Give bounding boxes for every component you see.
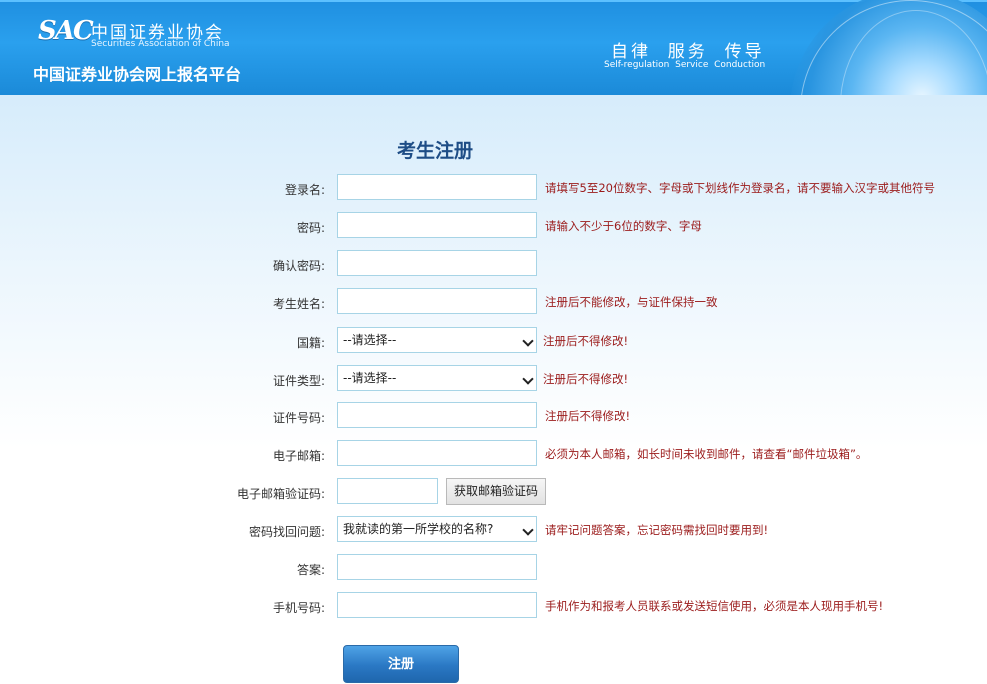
- login-hint: 请填写5至20位数字、字母或下划线作为登录名，请不要输入汉字或其他符号: [545, 181, 935, 195]
- row-email-code: 电子邮箱验证码: 获取邮箱验证码: [0, 478, 987, 506]
- row-answer: 答案:: [0, 554, 987, 582]
- password-label: 密码:: [296, 221, 325, 235]
- id-type-label: 证件类型:: [272, 374, 325, 388]
- row-id-type: 证件类型: --请选择-- 注册后不得修改!: [0, 365, 987, 393]
- row-name: 考生姓名: 注册后不能修改，与证件保持一致: [0, 288, 987, 316]
- row-mobile: 手机号码: 手机作为和报考人员联系或发送短信使用，必须是本人现用手机号!: [0, 592, 987, 620]
- security-question-hint: 请牢记问题答案，忘记密码需找回时要用到!: [545, 523, 769, 537]
- email-code-label: 电子邮箱验证码:: [236, 487, 325, 501]
- security-question-selected: 我就读的第一所学校的名称?: [343, 522, 494, 536]
- register-button[interactable]: 注册: [343, 645, 459, 683]
- row-security-question: 密码找回问题: 我就读的第一所学校的名称? 请牢记问题答案，忘记密码需找回时要用…: [0, 516, 987, 544]
- get-email-code-button[interactable]: 获取邮箱验证码: [446, 478, 546, 505]
- motto-chinese: 自律 服务 传导: [611, 42, 765, 62]
- registration-form: 考生注册 登录名: 请填写5至20位数字、字母或下划线作为登录名，请不要输入汉字…: [0, 95, 987, 684]
- sac-logo: SAC: [38, 16, 94, 46]
- mobile-label: 手机号码:: [272, 601, 325, 615]
- nationality-label: 国籍:: [296, 336, 325, 350]
- id-type-hint: 注册后不得修改!: [543, 372, 629, 386]
- id-number-hint: 注册后不得修改!: [545, 409, 631, 423]
- header-top-line: [0, 0, 987, 2]
- row-login: 登录名: 请填写5至20位数字、字母或下划线作为登录名，请不要输入汉字或其他符号: [0, 174, 987, 202]
- security-question-select[interactable]: 我就读的第一所学校的名称?: [337, 516, 537, 542]
- row-password: 密码: 请输入不少于6位的数字、字母: [0, 212, 987, 240]
- email-code-input[interactable]: [337, 478, 438, 504]
- nationality-select[interactable]: --请选择--: [337, 327, 537, 353]
- chevron-down-icon: [522, 373, 534, 385]
- header-banner: SAC 中国证券业协会 Securities Association of Ch…: [0, 0, 987, 95]
- login-label: 登录名:: [284, 183, 325, 197]
- chevron-down-icon: [522, 524, 534, 536]
- answer-input[interactable]: [337, 554, 537, 580]
- mobile-hint: 手机作为和报考人员联系或发送短信使用，必须是本人现用手机号!: [545, 599, 884, 613]
- email-label: 电子邮箱:: [272, 449, 325, 463]
- login-input[interactable]: [337, 174, 537, 200]
- confirm-password-input[interactable]: [337, 250, 537, 276]
- row-nationality: 国籍: --请选择-- 注册后不得修改!: [0, 327, 987, 355]
- confirm-password-label: 确认密码:: [272, 259, 325, 273]
- nationality-hint: 注册后不得修改!: [543, 334, 629, 348]
- logo-english-name: Securities Association of China: [91, 39, 230, 49]
- email-field[interactable]: [337, 440, 537, 466]
- chevron-down-icon: [522, 335, 534, 347]
- answer-label: 答案:: [296, 563, 325, 577]
- row-email: 电子邮箱: 必须为本人邮箱，如长时间未收到邮件，请查看“邮件垃圾箱”。: [0, 440, 987, 468]
- name-input[interactable]: [337, 288, 537, 314]
- email-hint: 必须为本人邮箱，如长时间未收到邮件，请查看“邮件垃圾箱”。: [545, 447, 868, 461]
- id-type-selected: --请选择--: [343, 371, 397, 385]
- page-title: 考生注册: [397, 140, 474, 162]
- mobile-input[interactable]: [337, 592, 537, 618]
- nationality-selected: --请选择--: [343, 333, 397, 347]
- password-input[interactable]: [337, 212, 537, 238]
- id-number-input[interactable]: [337, 402, 537, 428]
- id-type-select[interactable]: --请选择--: [337, 365, 537, 391]
- platform-title: 中国证券业协会网上报名平台: [33, 65, 242, 84]
- id-number-label: 证件号码:: [272, 411, 325, 425]
- row-id-number: 证件号码: 注册后不得修改!: [0, 402, 987, 430]
- name-hint: 注册后不能修改，与证件保持一致: [545, 295, 718, 309]
- motto-english: Self-regulation Service Conduction: [604, 60, 766, 70]
- password-hint: 请输入不少于6位的数字、字母: [545, 219, 702, 233]
- name-label: 考生姓名:: [272, 297, 325, 311]
- row-confirm-password: 确认密码:: [0, 250, 987, 278]
- security-question-label: 密码找回问题:: [248, 525, 325, 539]
